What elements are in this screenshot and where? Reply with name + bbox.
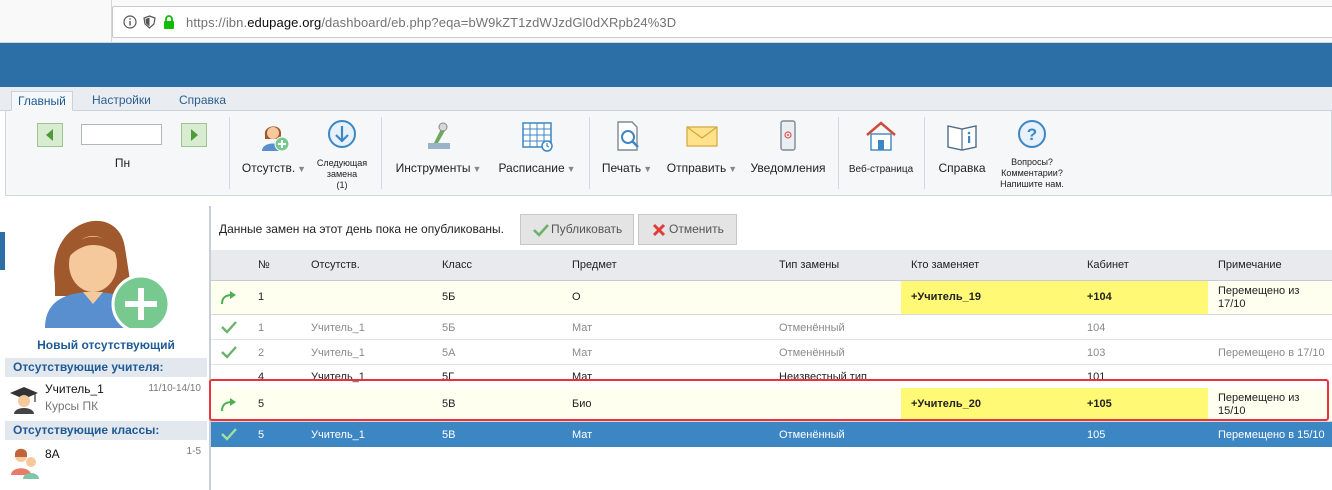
dropdown-arrow-icon: ▼ xyxy=(472,164,482,174)
class-group-icon xyxy=(11,448,39,479)
day-label: Пн xyxy=(114,156,131,170)
ribbon-tabs: Главный Настройки Справка xyxy=(0,87,1332,111)
teacher-graduate-icon xyxy=(10,387,38,414)
print-preview-icon xyxy=(617,121,639,151)
column-header[interactable]: Тип замены xyxy=(779,259,839,271)
absent-class-item[interactable]: 8А 1-5 xyxy=(5,443,207,483)
move-arrow-icon xyxy=(221,291,236,305)
dropdown-arrow-icon: ▼ xyxy=(566,164,576,174)
checkmark-icon xyxy=(221,321,237,334)
new-absent-button[interactable] xyxy=(41,208,177,334)
phone-icon xyxy=(780,120,796,151)
ribbon-separator xyxy=(589,117,590,189)
table-row[interactable]: 1 Учитель_1 5Б Мат Отменённый 104 xyxy=(211,315,1332,340)
table-header: № Отсутств. Класс Предмет Тип замены Кто… xyxy=(211,250,1332,281)
ribbon-separator xyxy=(229,117,230,189)
arrow-down-circle-icon xyxy=(328,120,356,148)
timetable-button[interactable]: Расписание ▼ xyxy=(491,119,583,189)
table-row[interactable]: 1 5Б О +Учитель_19 +104 Перемещено из 17… xyxy=(211,281,1332,315)
class-name: 8А xyxy=(45,447,60,461)
checkmark-icon xyxy=(221,428,237,441)
next-substitution-button[interactable]: Следующая замена (1) xyxy=(312,119,372,191)
add-teacher-avatar-icon xyxy=(45,220,171,334)
tools-button[interactable]: Инструменты ▼ xyxy=(391,119,486,189)
ribbon-separator xyxy=(381,117,382,189)
envelope-icon xyxy=(686,126,718,147)
url-text[interactable]: https://ibn.edupage.org/dashboard/eb.php… xyxy=(186,15,676,30)
absent-classes-header: Отсутствующие классы: xyxy=(5,421,207,440)
tracking-shield-icon[interactable] xyxy=(143,15,156,32)
question-circle-icon: ? xyxy=(1018,120,1046,148)
column-header[interactable]: Кто заменяет xyxy=(911,259,979,271)
notifications-button[interactable]: Уведомления xyxy=(747,119,829,189)
teacher-reason: Курсы ПК xyxy=(45,399,99,413)
checkmark-icon xyxy=(221,346,237,359)
table-row[interactable]: 4 Учитель_1 5Г Мат Неизвестный тип 101 xyxy=(211,365,1332,388)
tab-main[interactable]: Главный xyxy=(11,91,73,111)
checkmark-icon xyxy=(533,224,549,237)
ribbon-toolbar: Пн Отсутств. ▼ Следующая замена (1) Инстр… xyxy=(5,111,1332,196)
teacher-name: Учитель_1 xyxy=(45,382,104,396)
tools-icon xyxy=(427,122,450,149)
webpage-button[interactable]: Веб-страница xyxy=(846,119,916,189)
absences-panel: Новый отсутствующий Отсутствующие учител… xyxy=(5,200,207,490)
table-row[interactable]: 2 Учитель_1 5А Мат Отменённый 103 Переме… xyxy=(211,340,1332,365)
ribbon-separator xyxy=(924,117,925,189)
teacher-date-range: 11/10-14/10 xyxy=(148,383,201,394)
send-button[interactable]: Отправить ▼ xyxy=(662,119,742,189)
app-header-bar xyxy=(0,43,1332,87)
ribbon-separator xyxy=(838,117,839,189)
next-day-button[interactable] xyxy=(181,123,207,147)
arrow-right-icon xyxy=(191,129,198,141)
help-button[interactable]: Справка xyxy=(932,119,992,189)
address-bar[interactable]: https://ibn.edupage.org/dashboard/eb.php… xyxy=(112,6,1332,38)
unpublished-notice: Данные замен на этот день пока не опубли… xyxy=(219,222,504,236)
column-header[interactable]: Примечание xyxy=(1218,259,1282,271)
dropdown-arrow-icon: ▼ xyxy=(643,164,653,174)
help-book-icon xyxy=(947,125,977,151)
cross-icon xyxy=(652,223,666,237)
browser-toolbar: https://ibn.edupage.org/dashboard/eb.php… xyxy=(0,0,1332,43)
substitutions-table: № Отсутств. Класс Предмет Тип замены Кто… xyxy=(211,250,1332,490)
class-period-range: 1-5 xyxy=(186,446,201,457)
cancel-button[interactable]: Отменить xyxy=(638,214,737,245)
print-button[interactable]: Печать ▼ xyxy=(596,119,658,189)
tab-help[interactable]: Справка xyxy=(173,91,232,111)
column-header[interactable]: Отсутств. xyxy=(311,259,360,271)
house-icon xyxy=(866,121,896,151)
new-absent-label[interactable]: Новый отсутствующий xyxy=(5,338,207,352)
tab-settings[interactable]: Настройки xyxy=(86,91,157,111)
timetable-grid-icon xyxy=(522,122,553,152)
table-row[interactable]: 5 5В Био +Учитель_20 +105 Перемещено из … xyxy=(211,388,1332,422)
browser-tab-edge xyxy=(82,0,112,43)
add-person-icon xyxy=(262,126,290,152)
secure-lock-icon[interactable] xyxy=(163,15,175,32)
info-icon[interactable] xyxy=(123,15,137,32)
svg-text:?: ? xyxy=(1027,125,1037,144)
column-header[interactable]: № xyxy=(258,259,270,271)
date-input[interactable] xyxy=(81,124,162,145)
move-arrow-icon xyxy=(221,398,236,412)
absent-teachers-header: Отсутствующие учителя: xyxy=(5,358,207,377)
column-header[interactable]: Предмет xyxy=(572,259,617,271)
column-header[interactable]: Класс xyxy=(442,259,472,271)
absences-button[interactable]: Отсутств. ▼ xyxy=(239,119,309,189)
arrow-left-icon xyxy=(46,129,53,141)
dropdown-arrow-icon: ▼ xyxy=(728,164,738,174)
absent-teacher-item[interactable]: Учитель_1 Курсы ПК 11/10-14/10 xyxy=(5,380,207,418)
dropdown-arrow-icon: ▼ xyxy=(297,164,307,174)
prev-day-button[interactable] xyxy=(37,123,63,147)
column-header[interactable]: Кабинет xyxy=(1087,259,1129,271)
table-row-selected[interactable]: 5 Учитель_1 5В Мат Отменённый 105 Переме… xyxy=(211,422,1332,447)
publish-button[interactable]: Публиковать xyxy=(520,214,634,245)
feedback-button[interactable]: ? Вопросы? Комментарии? Напишите нам. xyxy=(994,119,1070,193)
